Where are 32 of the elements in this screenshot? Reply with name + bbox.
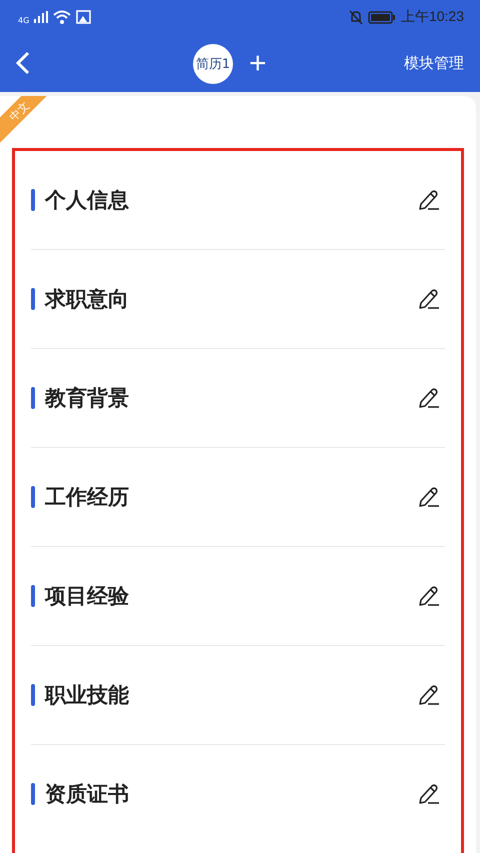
- section-title[interactable]: 个人信息: [45, 186, 129, 214]
- edit-icon[interactable]: [417, 783, 441, 805]
- section-marker: [31, 684, 35, 706]
- signal-icon: [34, 11, 48, 23]
- section-marker: [31, 387, 35, 409]
- section-title[interactable]: 项目经验: [45, 582, 129, 610]
- clock-time: 上午10:23: [400, 8, 464, 26]
- add-button[interactable]: +: [249, 49, 267, 79]
- section-title[interactable]: 工作经历: [45, 483, 129, 511]
- edit-icon[interactable]: [417, 189, 441, 211]
- edit-icon[interactable]: [417, 387, 441, 409]
- section-title[interactable]: 求职意向: [45, 285, 129, 313]
- edit-icon[interactable]: [417, 288, 441, 310]
- section-marker: [31, 585, 35, 607]
- section-title[interactable]: 教育背景: [45, 384, 129, 412]
- section-marker: [31, 486, 35, 508]
- edit-icon[interactable]: [417, 585, 441, 607]
- network-label: 4G: [18, 16, 30, 24]
- section-marker: [31, 783, 35, 805]
- section-title[interactable]: 资质证书: [45, 780, 129, 808]
- back-icon[interactable]: [16, 51, 30, 75]
- section-title[interactable]: 职业技能: [45, 681, 129, 709]
- image-icon: [76, 10, 92, 24]
- edit-icon[interactable]: [417, 684, 441, 706]
- section-marker: [31, 288, 35, 310]
- edit-icon[interactable]: [417, 486, 441, 508]
- section-marker: [31, 189, 35, 211]
- resume-tab[interactable]: 简历1: [193, 44, 233, 84]
- battery-icon: [368, 10, 396, 24]
- module-manage-button[interactable]: 模块管理: [404, 54, 464, 72]
- bell-off-icon: [348, 10, 363, 24]
- wifi-icon: [53, 10, 72, 24]
